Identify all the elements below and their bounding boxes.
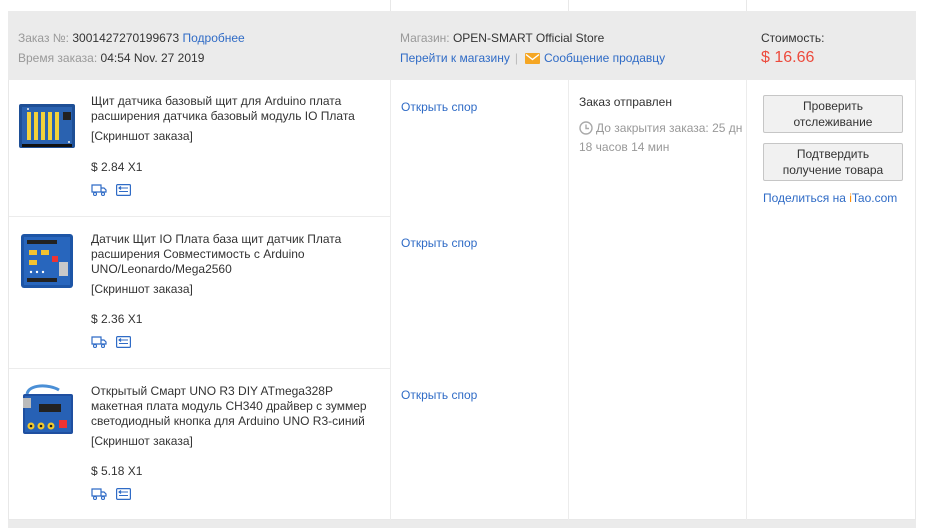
snapshot-link[interactable]: [Скриншот заказа] [91, 282, 193, 297]
delivery-truck-icon[interactable] [91, 336, 107, 351]
bottom-bar [8, 520, 916, 528]
product-thumbnail[interactable] [19, 234, 77, 288]
column-divider [390, 0, 391, 11]
order-status: Заказ отправлен [579, 95, 672, 109]
store-label: Магазин: [400, 31, 450, 45]
row-divider [9, 368, 391, 369]
return-icon[interactable] [116, 336, 132, 351]
cost-label: Стоимость: [761, 31, 825, 45]
snapshot-link[interactable]: [Скриншот заказа] [91, 434, 193, 449]
row-divider [9, 216, 391, 217]
item-icons [91, 336, 132, 351]
delivery-truck-icon[interactable] [91, 488, 107, 503]
item-3-text: Открытый Смарт UNO R3 DIY ATmega328P мак… [91, 384, 387, 449]
return-icon[interactable] [116, 184, 132, 199]
product-title-link[interactable]: Щит датчика базовый щит для Arduino плат… [91, 94, 355, 123]
product-thumbnail[interactable] [19, 384, 77, 438]
item-price: $ 5.18 X1 [91, 464, 143, 478]
column-divider [568, 0, 569, 11]
link-separator: | [514, 51, 518, 65]
snapshot-link[interactable]: [Скриншот заказа] [91, 129, 193, 144]
item-icons [91, 488, 132, 503]
cost-value: $ 16.66 [761, 49, 815, 66]
order-time-label: Время заказа: [18, 51, 98, 65]
order-body: Щит датчика базовый щит для Arduino плат… [8, 80, 916, 520]
product-thumbnail[interactable] [19, 100, 77, 154]
column-divider [390, 80, 391, 520]
message-seller-link[interactable]: Сообщение продавцу [544, 51, 665, 65]
column-divider [568, 80, 569, 520]
item-1-text: Щит датчика базовый щит для Arduino плат… [91, 94, 387, 144]
item-2-text: Датчик Щит IO Плата база щит датчик Плат… [91, 232, 387, 297]
product-title-link[interactable]: Датчик Щит IO Плата база щит датчик Плат… [91, 232, 341, 276]
confirm-receipt-button[interactable]: Подтвердить получение товара [763, 143, 903, 181]
order-no-label: Заказ №: [18, 31, 70, 45]
item-price: $ 2.36 X1 [91, 312, 143, 326]
cost-info: Стоимость: $ 16.66 [761, 28, 824, 68]
countdown-text: До закрытия заказа: 25 дн 18 часов 14 ми… [579, 121, 743, 154]
share-text: Поделиться на [763, 191, 846, 205]
order-countdown: До закрытия заказа: 25 дн 18 часов 14 ми… [579, 120, 751, 155]
order-no: 3001427270199673 [72, 31, 180, 45]
order-header: Заказ №: 3001427270199673 Подробнее Врем… [8, 11, 916, 80]
store-info: Магазин: OPEN-SMART Official Store Перей… [400, 28, 665, 70]
item-price: $ 2.84 X1 [91, 160, 143, 174]
go-to-store-link[interactable]: Перейти к магазину [400, 51, 510, 65]
share-link[interactable]: Поделиться на iTao.com [763, 191, 897, 205]
delivery-truck-icon[interactable] [91, 184, 107, 199]
top-strip [8, 0, 916, 11]
column-divider [746, 0, 747, 11]
order-info: Заказ №: 3001427270199673 Подробнее Врем… [18, 28, 245, 68]
details-link[interactable]: Подробнее [183, 31, 245, 45]
itao-logo: iTao.com [849, 191, 898, 205]
clock-icon [579, 121, 593, 139]
item-icons [91, 184, 132, 199]
return-icon[interactable] [116, 488, 132, 503]
envelope-icon [525, 50, 540, 70]
product-title-link[interactable]: Открытый Смарт UNO R3 DIY ATmega328P мак… [91, 384, 367, 428]
open-dispute-link[interactable]: Открыть спор [401, 388, 477, 402]
open-dispute-link[interactable]: Открыть спор [401, 100, 477, 114]
open-dispute-link[interactable]: Открыть спор [401, 236, 477, 250]
check-tracking-button[interactable]: Проверить отслеживание [763, 95, 903, 133]
order-time: 04:54 Nov. 27 2019 [100, 51, 205, 65]
store-name: OPEN-SMART Official Store [452, 31, 605, 45]
